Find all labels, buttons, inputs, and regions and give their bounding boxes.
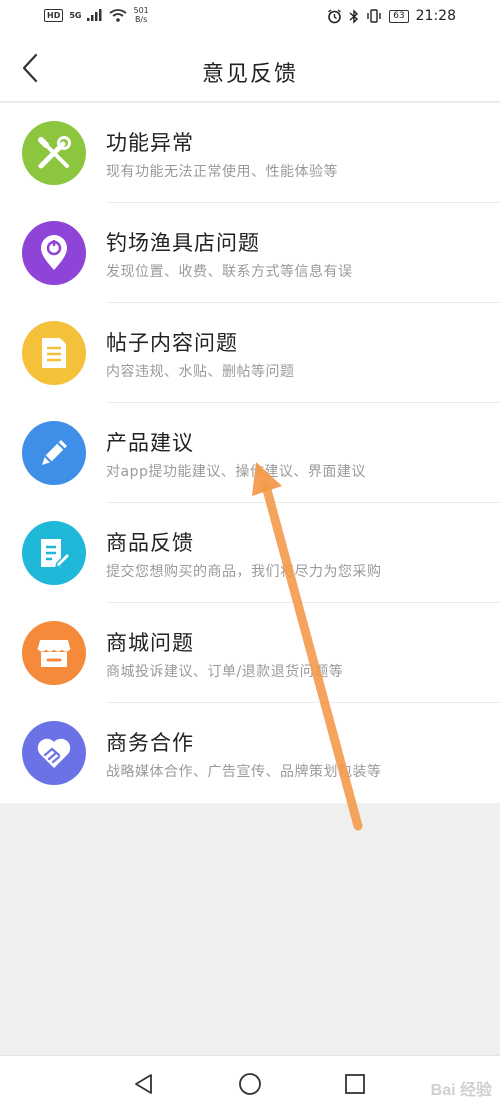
signal-bars-icon (87, 9, 102, 21)
list-item-product-feedback[interactable]: 商品反馈 提交您想购买的商品，我们将尽力为您采购 (0, 503, 500, 603)
status-right: 63 21:28 (327, 8, 456, 24)
status-left: HD 5G 501 B/s (44, 6, 149, 24)
net-speed-value: 501 (133, 6, 149, 15)
icon-circle (22, 521, 86, 585)
feedback-category-list: 功能异常 现有功能无法正常使用、性能体验等 钓场渔具店问题 发现位置、收费、联系… (0, 103, 500, 803)
system-nav-bar (0, 1055, 500, 1111)
item-description: 战略媒体合作、广告宣传、品牌策划包装等 (106, 764, 382, 780)
bluetooth-icon (349, 8, 359, 24)
icon-circle (22, 721, 86, 785)
page-title: 意见反馈 (201, 62, 298, 87)
item-description: 内容违规、水贴、删帖等问题 (106, 364, 295, 380)
triangle-back-icon (135, 1074, 152, 1094)
item-description: 现有功能无法正常使用、性能体验等 (106, 164, 338, 180)
item-description: 提交您想购买的商品，我们将尽力为您采购 (106, 564, 382, 580)
vibrate-icon (367, 9, 381, 23)
store-icon (37, 640, 71, 667)
icon-circle (22, 221, 86, 285)
edit-note-icon (41, 539, 71, 569)
item-description: 对app提功能建议、操作建议、界面建议 (106, 464, 366, 480)
item-title: 商品反馈 (106, 531, 194, 555)
wifi-icon (109, 8, 128, 22)
net-speed-unit: B/s (134, 15, 148, 24)
signal-label: 5G (69, 10, 82, 20)
list-item-function-error[interactable]: 功能异常 现有功能无法正常使用、性能体验等 (0, 103, 500, 203)
item-title: 产品建议 (106, 431, 194, 455)
icon-circle (22, 121, 86, 185)
item-title: 商城问题 (106, 631, 194, 655)
icon-circle (22, 321, 86, 385)
item-description: 商城投诉建议、订单/退款退货问题等 (106, 664, 344, 680)
battery-level: 63 (389, 9, 409, 23)
nav-home-button[interactable] (236, 1070, 264, 1098)
handshake-heart-icon (37, 738, 71, 768)
wrench-screwdriver-icon (38, 136, 71, 169)
list-item-mall-issue[interactable]: 商城问题 商城投诉建议、订单/退款退货问题等 (0, 603, 500, 703)
list-item-post-content[interactable]: 帖子内容问题 内容违规、水贴、删帖等问题 (0, 303, 500, 403)
status-bar: HD 5G 501 B/s 63 21:28 (0, 0, 500, 36)
square-recents-icon (345, 1074, 365, 1094)
clock: 21:28 (415, 8, 456, 24)
item-title: 帖子内容问题 (106, 331, 238, 355)
location-pin-icon (41, 235, 67, 270)
nav-back-button[interactable] (130, 1070, 158, 1098)
alarm-icon (328, 8, 342, 23)
list-item-fishing-spot[interactable]: 钓场渔具店问题 发现位置、收费、联系方式等信息有误 (0, 203, 500, 303)
list-item-business-cooperation[interactable]: 商务合作 战略媒体合作、广告宣传、品牌策划包装等 (0, 703, 500, 803)
document-icon (42, 338, 66, 368)
watermark: Bai 经验 (430, 1082, 492, 1099)
hd-badge: HD (44, 8, 64, 22)
icon-circle (22, 621, 86, 685)
header: 意见反馈 (0, 36, 500, 102)
item-title: 商务合作 (106, 731, 194, 755)
item-title: 功能异常 (106, 131, 194, 155)
pencil-icon (42, 440, 67, 465)
list-item-product-suggestion[interactable]: 产品建议 对app提功能建议、操作建议、界面建议 (0, 403, 500, 503)
item-description: 发现位置、收费、联系方式等信息有误 (106, 264, 353, 280)
item-title: 钓场渔具店问题 (106, 231, 260, 255)
icon-circle (22, 421, 86, 485)
nav-recents-button[interactable] (341, 1070, 369, 1098)
net-speed: 501 B/s (133, 6, 148, 24)
circle-home-icon (239, 1073, 261, 1095)
